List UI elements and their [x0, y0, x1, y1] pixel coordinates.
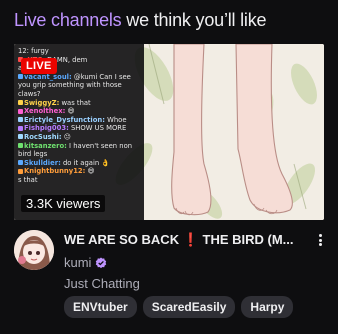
chat-text: 12: furgy [18, 47, 49, 55]
channel-row: kumi [64, 255, 107, 270]
stream-category[interactable]: Just Chatting [64, 276, 140, 291]
exclamation-icon: ❗ [182, 232, 199, 247]
chat-badge-icon [18, 160, 23, 166]
chat-username: SwiggyZ: [24, 98, 60, 107]
stream-thumbnail[interactable]: 12: furgy_XTC: DAMN, demanklesvacant_sou… [14, 44, 324, 220]
channel-avatar[interactable] [14, 230, 54, 270]
chat-text: was that [59, 98, 91, 107]
chat-message: Knightbunny12: 😄 [18, 167, 140, 176]
section-title-accent[interactable]: Live channels [14, 10, 122, 30]
more-vertical-icon-dot [318, 243, 322, 246]
chat-badge-icon [18, 168, 23, 174]
chat-badge-icon [18, 74, 23, 80]
chat-message: Fishpig003: SHOW US MORE [18, 124, 140, 133]
section-title-rest: we think you’ll like [121, 10, 267, 30]
stream-title-part2: THE BIRD (M... [202, 232, 294, 247]
chat-username: Xenolthex: [24, 107, 66, 116]
chat-message: vacant_soul: @kumi Can I see you grip so… [18, 73, 140, 99]
verified-badge-icon [96, 257, 107, 268]
channel-name[interactable]: kumi [64, 255, 91, 270]
chat-text: SHOW US MORE [68, 124, 127, 133]
chat-badge-icon [18, 143, 23, 149]
chat-text: 😄 [65, 107, 75, 116]
tag-list: ENVtuber ScaredEasily Harpy [64, 296, 294, 318]
chat-badge-icon [18, 100, 23, 106]
more-vertical-icon [318, 234, 322, 237]
chat-username: RocSushi: [24, 132, 62, 141]
chat-badge-icon [18, 108, 23, 114]
tag-scaredeasily[interactable]: ScaredEasily [142, 296, 236, 318]
tag-envtuber[interactable]: ENVtuber [64, 296, 137, 318]
chat-text: s that [18, 175, 38, 184]
stream-title[interactable]: WE ARE SO BACK ❗ THE BIRD (M... [64, 232, 310, 248]
chat-message: Erictyle_Dysfunction: Whoe [18, 116, 140, 125]
avatar-art [14, 230, 54, 270]
chat-message: 12: furgy [18, 47, 140, 56]
chat-badge-icon [18, 134, 23, 140]
chat-badge-icon [18, 125, 23, 131]
chat-message: SwiggyZ: was that [18, 99, 140, 108]
chat-message: Skulldier: do it again 👌 [18, 159, 140, 168]
chat-text: do it again 👌 [60, 158, 110, 167]
chat-username: Knightbunny12: [24, 167, 86, 176]
chat-username: Skulldier: [24, 158, 61, 167]
more-vertical-icon-dot [318, 238, 322, 242]
viewer-count: 3.3K viewers [21, 195, 106, 212]
tag-harpy[interactable]: Harpy [241, 296, 294, 318]
stream-title-part1: WE ARE SO BACK [64, 232, 180, 247]
chat-text: 😄 [85, 167, 95, 176]
chat-badge-icon [18, 117, 23, 123]
chat-text: 😐 [61, 132, 71, 141]
more-options-button[interactable] [314, 232, 326, 248]
chat-message: RocSushi: 😐 [18, 133, 140, 142]
chat-username: Erictyle_Dysfunction: [24, 115, 105, 124]
section-title: Live channels we think you’ll like [14, 10, 267, 31]
chat-username: Fishpig003: [24, 124, 69, 133]
chat-username: kitsanzero: [24, 141, 67, 150]
chat-message: s that [18, 176, 140, 185]
chat-text: Whoe [104, 115, 127, 124]
chat-message: Xenolthex: 😄 [18, 107, 140, 116]
live-badge: LIVE [21, 58, 57, 74]
chat-message: kitsanzero: I haven't seen non bird legs [18, 142, 140, 159]
